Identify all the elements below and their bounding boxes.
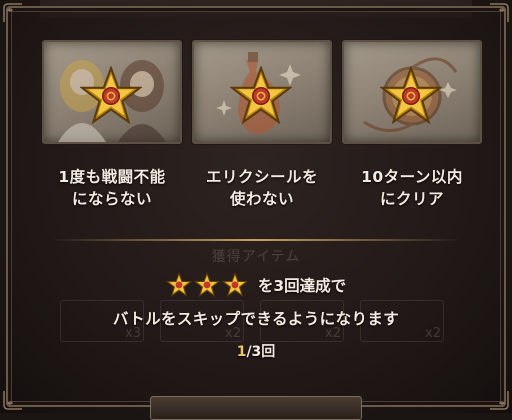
skip-requirement: を3回達成で: [165, 272, 347, 297]
progress-current: 1: [236, 344, 247, 360]
mission-label: エリクシールを 使わない: [205, 168, 318, 208]
mission-panel: 1度も戦闘不能 にならない エリクシールを 使わない 10ターン以内 にクリア …: [0, 0, 512, 420]
skip-description: バトルをスキップできるようになります: [112, 310, 400, 328]
skip-info: を3回達成で バトルをスキップできるようになります 1/3回: [0, 272, 512, 361]
mission-label: 1度も戦闘不能 にならない: [58, 168, 166, 208]
mission-list: 1度も戦闘不能 にならない エリクシールを 使わない 10ターン以内 にクリア: [42, 40, 482, 220]
reward-items-header: 獲得アイテム: [211, 249, 301, 265]
gold-star-icon: [80, 66, 142, 124]
divider: [50, 239, 462, 241]
mission-item: エリクシールを 使わない: [192, 40, 332, 210]
mission-label: 10ターン以内 にクリア: [361, 168, 463, 208]
corner-ornament-icon: [3, 3, 22, 22]
gold-star-icon: [193, 272, 220, 297]
skip-progress: 1/3回: [0, 341, 512, 361]
mission-thumbnail: [42, 40, 182, 144]
mission-item: 10ターン以内 にクリア: [342, 40, 482, 210]
gold-star-icon: [380, 66, 442, 124]
mission-item: 1度も戦闘不能 にならない: [42, 40, 182, 210]
corner-ornament-icon: [3, 391, 22, 410]
mission-thumbnail: [192, 40, 332, 144]
corner-ornament-icon: [490, 391, 509, 410]
gold-star-icon: [230, 66, 292, 124]
mission-thumbnail: [342, 40, 482, 144]
gold-star-icon: [221, 272, 248, 297]
progress-total: /3回: [246, 344, 276, 360]
gold-star-icon: [165, 272, 192, 297]
skip-condition-text: を3回達成で: [257, 276, 347, 295]
bottom-button[interactable]: [150, 396, 362, 420]
corner-ornament-icon: [490, 3, 509, 22]
